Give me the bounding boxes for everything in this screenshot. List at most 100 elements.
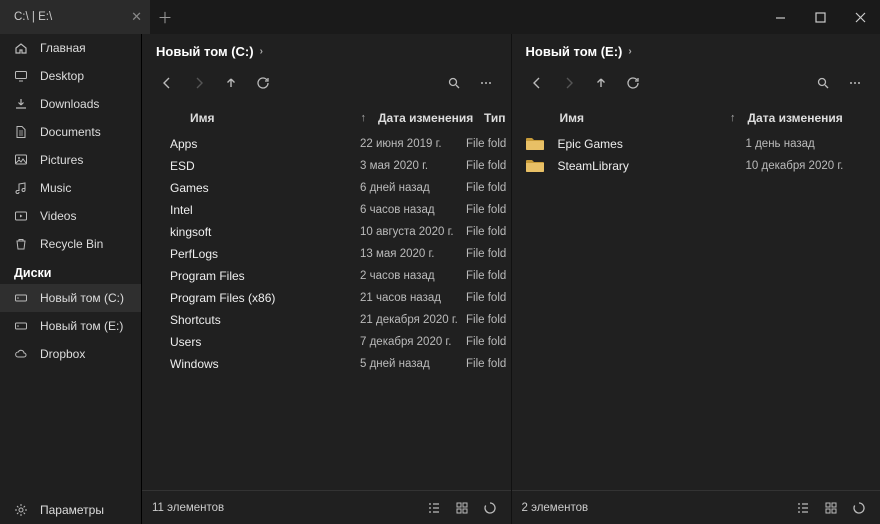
file-type: File fold — [466, 292, 510, 304]
file-row[interactable]: SteamLibrary 10 декабря 2020 г. — [512, 155, 880, 177]
file-date: 13 мая 2020 г. — [360, 248, 466, 260]
statusbar: 11 элементов — [142, 490, 511, 524]
sidebar-item-music[interactable]: Music — [0, 174, 141, 202]
sidebar-drive[interactable]: Новый том (C:) — [0, 284, 141, 312]
column-date[interactable]: Дата изменения — [378, 111, 484, 125]
sidebar-drive[interactable]: Новый том (E:) — [0, 312, 141, 340]
more-button[interactable] — [840, 69, 870, 97]
sidebar-item-label: Music — [40, 181, 71, 195]
file-name: Epic Games — [558, 137, 746, 151]
status-count: 2 элементов — [522, 502, 589, 514]
breadcrumb[interactable]: Новый том (E:) › — [512, 34, 880, 65]
column-date[interactable]: Дата изменения — [748, 111, 869, 125]
loading-icon — [479, 497, 501, 519]
breadcrumb[interactable]: Новый том (C:) › — [142, 34, 511, 65]
folder-icon — [526, 137, 544, 151]
folder-icon — [526, 159, 544, 173]
download-icon — [14, 97, 28, 111]
column-headers: Имя↑ Дата изменения Тип — [142, 105, 511, 133]
recycle-icon — [14, 237, 28, 251]
video-icon — [14, 209, 28, 223]
sidebar-item-recycle[interactable]: Recycle Bin — [0, 230, 141, 258]
file-type: File fold — [466, 358, 510, 370]
column-name[interactable]: Имя↑ — [560, 111, 748, 125]
refresh-button[interactable] — [248, 69, 278, 97]
loading-icon — [848, 497, 870, 519]
sidebar-item-document[interactable]: Documents — [0, 118, 141, 146]
file-type: File fold — [466, 226, 510, 238]
file-row[interactable]: Shortcuts 21 декабря 2020 г. File fold — [142, 309, 511, 331]
file-row[interactable]: Epic Games 1 день назад — [512, 133, 880, 155]
status-count: 11 элементов — [152, 502, 224, 514]
drive-icon — [14, 291, 28, 305]
search-button[interactable] — [439, 69, 469, 97]
sidebar-item-settings[interactable]: Параметры — [0, 496, 141, 524]
back-button[interactable] — [152, 69, 182, 97]
sidebar-item-label: Новый том (C:) — [40, 291, 124, 305]
picture-icon — [14, 153, 28, 167]
file-row[interactable]: Program Files 2 часов назад File fold — [142, 265, 511, 287]
statusbar: 2 элементов — [512, 490, 880, 524]
file-date: 6 часов назад — [360, 204, 466, 216]
view-list-button[interactable] — [423, 497, 445, 519]
sidebar-item-label: Videos — [40, 209, 76, 223]
file-date: 10 августа 2020 г. — [360, 226, 466, 238]
sidebar-item-label: Параметры — [40, 503, 104, 517]
document-icon — [14, 125, 28, 139]
view-list-button[interactable] — [792, 497, 814, 519]
file-name: Intel — [170, 203, 360, 217]
sidebar-item-label: Новый том (E:) — [40, 319, 123, 333]
sort-up-icon: ↑ — [361, 112, 367, 124]
gear-icon — [14, 503, 28, 517]
file-date: 3 мая 2020 г. — [360, 160, 466, 172]
file-row[interactable]: kingsoft 10 августа 2020 г. File fold — [142, 221, 511, 243]
column-headers: Имя↑ Дата изменения — [512, 105, 880, 133]
up-button[interactable] — [586, 69, 616, 97]
file-date: 21 декабря 2020 г. — [360, 314, 466, 326]
close-button[interactable] — [840, 0, 880, 34]
file-type: File fold — [466, 138, 510, 150]
file-name: Apps — [170, 137, 360, 151]
file-name: Windows — [170, 357, 360, 371]
file-row[interactable]: Windows 5 дней назад File fold — [142, 353, 511, 375]
file-name: PerfLogs — [170, 247, 360, 261]
back-button[interactable] — [522, 69, 552, 97]
file-row[interactable]: ESD 3 мая 2020 г. File fold — [142, 155, 511, 177]
more-button[interactable] — [471, 69, 501, 97]
sidebar-drive[interactable]: Dropbox — [0, 340, 141, 368]
file-date: 1 день назад — [746, 138, 869, 150]
forward-button[interactable] — [184, 69, 214, 97]
sidebar-item-video[interactable]: Videos — [0, 202, 141, 230]
forward-button[interactable] — [554, 69, 584, 97]
file-row[interactable]: Intel 6 часов назад File fold — [142, 199, 511, 221]
search-button[interactable] — [808, 69, 838, 97]
minimize-button[interactable] — [760, 0, 800, 34]
file-row[interactable]: Program Files (x86) 21 часов назад File … — [142, 287, 511, 309]
file-name: SteamLibrary — [558, 159, 746, 173]
file-row[interactable]: Users 7 декабря 2020 г. File fold — [142, 331, 511, 353]
home-icon — [14, 41, 28, 55]
close-icon[interactable]: ✕ — [131, 9, 142, 25]
sidebar-item-download[interactable]: Downloads — [0, 90, 141, 118]
sidebar-item-label: Documents — [40, 125, 101, 139]
sidebar-item-picture[interactable]: Pictures — [0, 146, 141, 174]
maximize-button[interactable] — [800, 0, 840, 34]
chevron-right-icon: › — [628, 46, 631, 57]
file-date: 21 часов назад — [360, 292, 466, 304]
sidebar-item-desktop[interactable]: Desktop — [0, 62, 141, 90]
sidebar-item-home[interactable]: Главная — [0, 34, 141, 62]
view-grid-button[interactable] — [820, 497, 842, 519]
file-row[interactable]: Games 6 дней назад File fold — [142, 177, 511, 199]
file-row[interactable]: Apps 22 июня 2019 г. File fold — [142, 133, 511, 155]
new-tab-button[interactable]: ＋ — [150, 7, 180, 28]
refresh-button[interactable] — [618, 69, 648, 97]
file-type: File fold — [466, 160, 510, 172]
view-grid-button[interactable] — [451, 497, 473, 519]
up-button[interactable] — [216, 69, 246, 97]
sidebar-item-label: Главная — [40, 41, 86, 55]
tab[interactable]: C:\ | E:\ ✕ — [0, 0, 150, 34]
file-name: Users — [170, 335, 360, 349]
column-name[interactable]: Имя↑ — [190, 111, 378, 125]
file-row[interactable]: PerfLogs 13 мая 2020 г. File fold — [142, 243, 511, 265]
sort-up-icon: ↑ — [730, 112, 736, 124]
